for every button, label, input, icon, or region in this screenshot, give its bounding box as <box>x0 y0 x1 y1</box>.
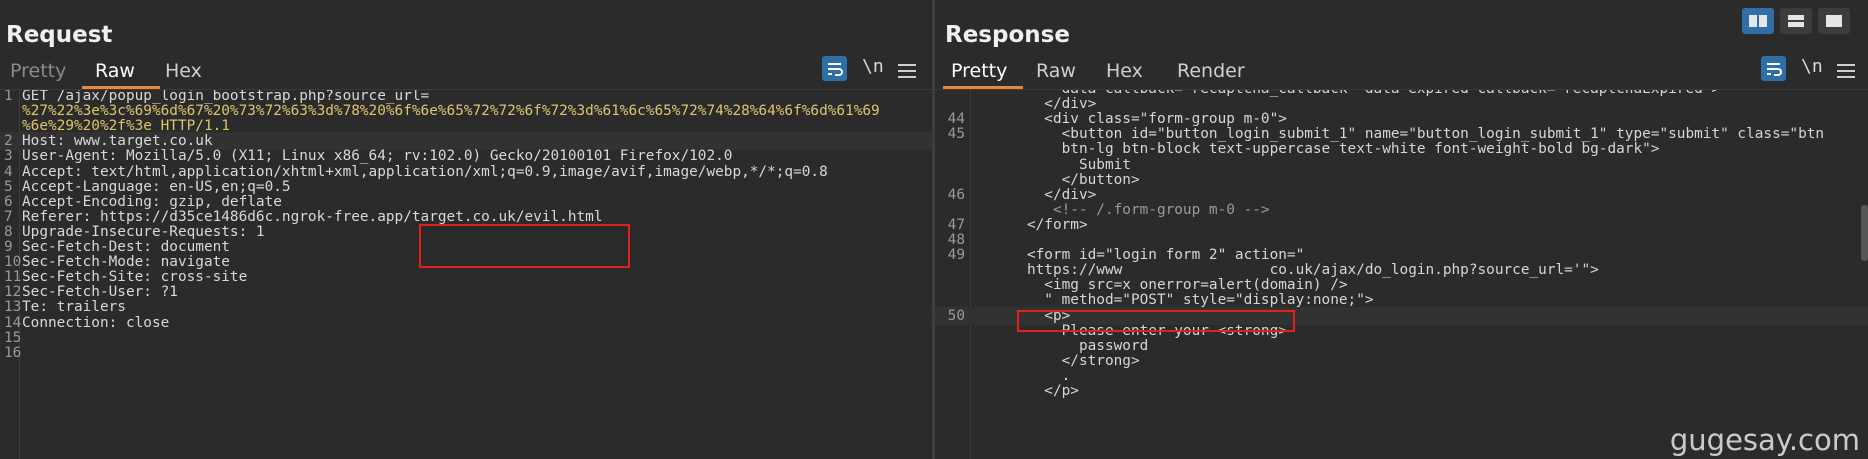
response-tab-hex[interactable]: Hex <box>1106 60 1143 82</box>
request-line-number: 16 <box>4 344 22 361</box>
response-pane: Response Pretty Raw Hex Render \n data-c… <box>935 0 1868 459</box>
watermark: gugesay.com <box>1669 423 1860 457</box>
layout-side-by-side-button[interactable] <box>1742 8 1774 34</box>
request-line[interactable]: 16 <box>0 344 932 362</box>
request-title: Request <box>6 22 113 48</box>
response-line[interactable]: </p> <box>935 382 1868 400</box>
response-line-text: </p> <box>975 383 1079 399</box>
wrap-icon <box>828 63 843 76</box>
response-menu-icon[interactable] <box>1837 60 1855 80</box>
response-tab-pretty[interactable]: Pretty <box>951 60 1007 82</box>
request-tab-pretty[interactable]: Pretty <box>10 60 66 82</box>
request-editor[interactable]: 1 GET /ajax/popup_login_bootstrap.php?sou… <box>0 89 932 459</box>
response-scrollbar[interactable] <box>1861 205 1868 261</box>
request-tab-raw[interactable]: Raw <box>95 60 135 82</box>
wrap-icon <box>1767 63 1782 76</box>
request-word-wrap-button[interactable] <box>822 56 847 81</box>
request-newline-toggle[interactable]: \n <box>862 56 884 82</box>
response-tab-raw[interactable]: Raw <box>1036 60 1076 82</box>
layout-stacked-button[interactable] <box>1780 8 1812 34</box>
response-tab-render[interactable]: Render <box>1177 60 1245 82</box>
response-editor[interactable]: data-callback="recaptcha_callback" data-… <box>935 89 1868 459</box>
response-word-wrap-button[interactable] <box>1761 56 1786 81</box>
layout-single-button[interactable] <box>1818 8 1850 34</box>
request-tab-hex[interactable]: Hex <box>165 60 202 82</box>
request-menu-icon[interactable] <box>898 60 916 80</box>
layout-toggle-group <box>1742 8 1852 34</box>
response-title: Response <box>945 22 1070 48</box>
response-newline-toggle[interactable]: \n <box>1801 56 1823 82</box>
request-pane: Request Pretty Raw Hex \n 1 GET /ajax/pop… <box>0 0 932 459</box>
